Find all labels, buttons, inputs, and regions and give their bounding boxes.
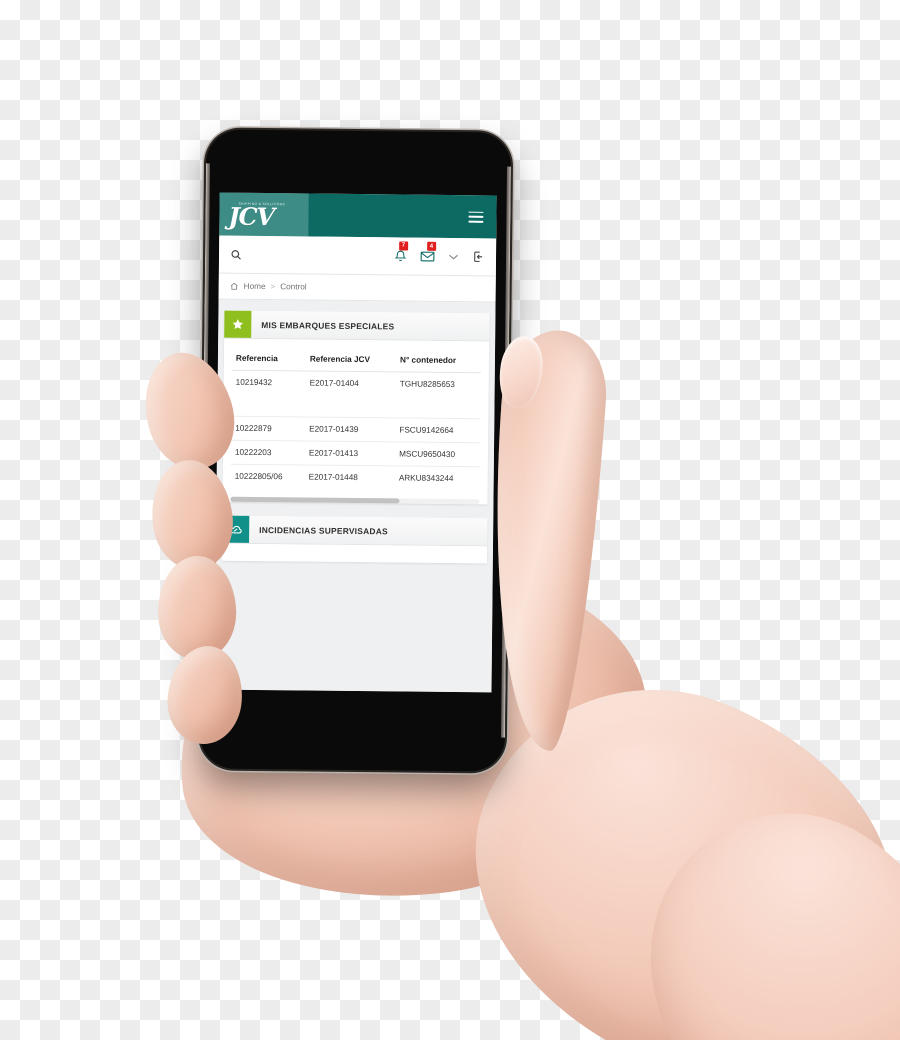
table-header-row: Referencia Referencia JCV N° contenedor [231, 347, 482, 373]
cell-contenedor: TGHU8285653 [395, 371, 481, 419]
home-icon[interactable] [230, 282, 239, 291]
brand-logo[interactable]: SHIPPING & SOLUTIONS JCV [219, 192, 309, 237]
bell-badge-count: 7 [399, 240, 408, 251]
cell-referencia: 10222879 [231, 416, 306, 441]
app-header: SHIPPING & SOLUTIONS JCV [219, 192, 497, 239]
logout-icon[interactable] [472, 250, 485, 263]
hamburger-menu-icon[interactable] [468, 211, 484, 223]
embarques-table: Referencia Referencia JCV N° contenedor … [230, 347, 482, 496]
phone-edge-left [200, 163, 210, 735]
app-toolbar: 7 4 [218, 235, 497, 277]
cell-contenedor: ARKU8343244 [398, 473, 454, 484]
scrollbar-thumb[interactable] [230, 496, 400, 504]
table-row[interactable]: 10222879 E2017-01439 FSCU9142664 [231, 416, 481, 443]
cloud-check-icon [222, 515, 250, 543]
column-header-referencia[interactable]: Referencia [231, 347, 307, 371]
panel-body [221, 543, 488, 564]
breadcrumb-item-home[interactable]: Home [244, 282, 266, 291]
cell-referencia-jcv: E2017-01404 [305, 370, 396, 418]
page-content: Home > Control MIS EMBARQUES ESPECIALES [214, 273, 496, 693]
cell-referencia-jcv: E2017-01439 [305, 416, 396, 442]
cell-referencia: 10219432 [231, 370, 306, 417]
cell-referencia-jcv: E2017-01413 [304, 440, 396, 466]
horizontal-scrollbar[interactable] [230, 496, 480, 505]
panel-title-incidencias: INCIDENCIAS SUPERVISADAS [259, 524, 388, 536]
table-row[interactable]: 10222203 E2017-01413 MSCU9650430 [230, 440, 481, 467]
stage: SHIPPING & SOLUTIONS JCV 7 4 Home > Cont… [0, 0, 900, 1040]
cell-referencia: 10222203 [230, 440, 306, 465]
table-row[interactable]: 10222805/06 E2017-01448 ARKU8343244 [231, 464, 480, 495]
panel-incidencias-supervisadas: INCIDENCIAS SUPERVISADAS [221, 515, 488, 564]
smartphone-device: SHIPPING & SOLUTIONS JCV 7 4 Home > Cont… [199, 129, 512, 772]
column-header-referencia-jcv[interactable]: Referencia JCV [305, 348, 397, 372]
cell-contenedor: MSCU9650430 [394, 441, 481, 467]
cell-referencia-jcv: E2017-01448 [308, 472, 358, 483]
cell-contenedor: FSCU9142664 [395, 417, 481, 443]
phone-edge-right [501, 166, 511, 738]
bell-icon[interactable]: 7 [394, 240, 408, 263]
table-row[interactable]: 10219432 E2017-01404 TGHU8285653 [231, 370, 481, 419]
envelope-icon[interactable]: 4 [420, 241, 436, 263]
table-container: Referencia Referencia JCV N° contenedor … [223, 339, 490, 496]
forearm [585, 760, 900, 1040]
brand-wordmark: JCV [228, 201, 275, 232]
panel-title-mis-embarques: MIS EMBARQUES ESPECIALES [261, 319, 395, 331]
star-icon [224, 310, 252, 338]
breadcrumb-separator: > [270, 282, 276, 292]
envelope-badge-count: 4 [427, 241, 436, 252]
phone-screen: SHIPPING & SOLUTIONS JCV 7 4 Home > Cont… [214, 192, 497, 693]
breadcrumb: Home > Control [218, 273, 496, 303]
panel-header: MIS EMBARQUES ESPECIALES [224, 310, 490, 342]
cell-referencia: 10222805/06 [234, 471, 283, 482]
chevron-down-icon[interactable] [448, 252, 459, 260]
panel-mis-embarques-especiales: MIS EMBARQUES ESPECIALES Referencia Refe… [222, 310, 490, 505]
panel-header: INCIDENCIAS SUPERVISADAS [222, 515, 488, 547]
search-icon[interactable] [230, 248, 242, 260]
breadcrumb-item-control[interactable]: Control [280, 282, 306, 291]
column-header-contenedor[interactable]: N° contenedor [395, 349, 482, 373]
